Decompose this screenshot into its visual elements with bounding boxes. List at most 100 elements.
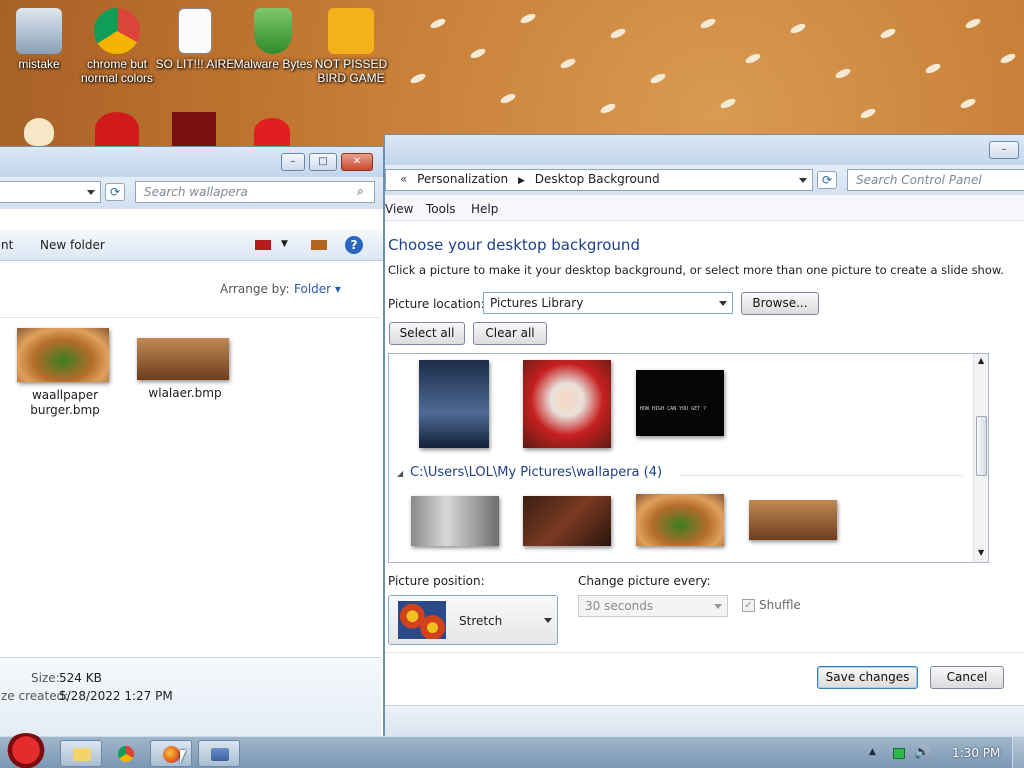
show-desktop-button[interactable] xyxy=(1012,737,1024,768)
new-folder-button[interactable]: New folder xyxy=(40,238,105,252)
close-button[interactable]: ✕ xyxy=(341,153,373,171)
file-item[interactable]: wlalaer.bmp xyxy=(137,338,233,401)
file-name: waallpaper burger.bmp xyxy=(30,388,100,417)
view-options-icon[interactable] xyxy=(255,240,271,250)
address-bar[interactable] xyxy=(0,181,101,203)
shield-icon xyxy=(254,8,292,54)
arrange-by-value: Folder xyxy=(294,282,332,296)
start-button[interactable] xyxy=(4,733,48,768)
shuffle-label: Shuffle xyxy=(759,598,801,612)
show-hidden-icons[interactable]: ▲ xyxy=(869,747,876,757)
desktop-icon-chrome[interactable]: chrome but normal colors xyxy=(76,2,158,85)
burger-thumbnail[interactable] xyxy=(636,494,724,546)
date-created-value: 5/28/2022 1:27 PM xyxy=(59,689,173,703)
minimize-button[interactable]: – xyxy=(281,153,305,171)
change-every-label: Change picture every: xyxy=(578,574,711,588)
picture-location-select[interactable]: Pictures Library xyxy=(483,292,733,314)
details-pane: Size: 524 KB ze created: 5/28/2022 1:27 … xyxy=(0,657,381,737)
toolbar-cut-item[interactable]: nt xyxy=(1,238,13,252)
change-every-select[interactable]: 30 seconds xyxy=(578,595,728,617)
flowers-preview-icon xyxy=(398,601,446,639)
breadcrumb-chevron-icon: « xyxy=(400,172,408,186)
chevron-down-icon[interactable] xyxy=(799,178,807,183)
taskbar-chrome-icon[interactable] xyxy=(118,746,134,762)
search-input[interactable]: Search wallapera xyxy=(135,181,375,203)
folder-icon xyxy=(73,748,91,761)
arrange-by-dropdown[interactable]: Folder ▾ xyxy=(294,282,341,296)
explorer-toolbar: nt New folder ▼ ? xyxy=(0,229,383,261)
file-item[interactable]: waallpaper burger.bmp xyxy=(17,328,113,418)
maximize-button[interactable]: □ xyxy=(309,153,337,171)
preview-pane-icon[interactable] xyxy=(311,240,327,250)
explorer-titlebar: – □ ✕ xyxy=(0,147,383,177)
browse-button[interactable]: Browse... xyxy=(741,292,819,315)
desktop-icon-malwarebytes[interactable]: Malware Bytes xyxy=(232,2,314,71)
search-icon: ⌕ xyxy=(357,184,364,198)
help-icon[interactable]: ? xyxy=(345,236,363,254)
desktop-icon-bird-game[interactable]: NOT PISSED BIRD GAME xyxy=(310,2,392,85)
cancel-button[interactable]: Cancel xyxy=(930,666,1004,689)
egg-icon[interactable] xyxy=(24,118,54,146)
picture-location-value: Pictures Library xyxy=(490,296,584,310)
lights-thumbnail[interactable] xyxy=(749,500,837,540)
instruction-text: Click a picture to make it your desktop … xyxy=(388,263,1004,277)
select-all-button[interactable]: Select all xyxy=(389,322,465,345)
desktop-icon-mistake[interactable]: mistake xyxy=(0,2,80,71)
search-input[interactable]: Search Control Panel xyxy=(847,169,1024,191)
hand-thumbnail[interactable] xyxy=(411,496,499,546)
angry-bird-icon[interactable] xyxy=(254,118,290,146)
scrollbar-thumb[interactable] xyxy=(976,416,987,476)
morbius-thumbnail[interactable] xyxy=(419,360,489,448)
save-changes-button[interactable]: Save changes xyxy=(817,666,918,689)
flash-icon[interactable] xyxy=(172,112,216,146)
arrange-by-label: Arrange by: xyxy=(220,282,290,296)
control-panel-titlebar: – xyxy=(385,135,1024,165)
breadcrumb-desktop-background[interactable]: Desktop Background xyxy=(535,172,660,186)
collapse-group-icon[interactable]: ◢ xyxy=(397,469,403,478)
chevron-down-icon xyxy=(544,618,552,623)
opera-icon[interactable] xyxy=(95,112,139,146)
scroll-down-icon[interactable]: ▼ xyxy=(978,548,984,557)
desktop-icon-label: NOT PISSED BIRD GAME xyxy=(314,57,388,85)
desktop-icon-label: chrome but normal colors xyxy=(80,57,154,85)
refresh-icon[interactable]: ⟳ xyxy=(105,183,125,201)
shuffle-checkbox[interactable]: ✓ xyxy=(742,599,755,612)
chevron-down-icon[interactable]: ▼ xyxy=(281,239,288,249)
clock[interactable]: 1:30 PM xyxy=(952,746,1000,760)
santa-thumbnail[interactable] xyxy=(523,360,611,448)
minimize-button[interactable]: – xyxy=(989,141,1019,159)
group-divider xyxy=(679,475,963,476)
control-panel-window: – « Personalization ▶ Desktop Background… xyxy=(384,134,1024,738)
change-every-value: 30 seconds xyxy=(585,599,654,613)
desktop-icon-solitaire[interactable]: SO LIT!!! AIRE xyxy=(154,2,236,71)
game-thumbnail[interactable]: HOW HIGH CAN YOU GET ? xyxy=(636,370,724,436)
volume-icon[interactable]: 🔊 xyxy=(914,745,930,760)
picture-position-select[interactable]: Stretch xyxy=(388,595,558,645)
meat-thumbnail[interactable] xyxy=(523,496,611,546)
refresh-icon[interactable]: ⟳ xyxy=(817,171,837,189)
taskbar: ▲ 🔊 1:30 PM xyxy=(0,733,1024,768)
status-strip xyxy=(385,705,1024,737)
size-label: Size: xyxy=(31,671,60,685)
game-text: HOW HIGH CAN YOU GET ? xyxy=(640,406,707,412)
explorer-window: – □ ✕ ⟳ Search wallapera ⌕ nt New folder… xyxy=(0,146,384,738)
burger-thumbnail xyxy=(17,328,109,382)
breadcrumb-personalization[interactable]: Personalization xyxy=(417,172,508,186)
breadcrumb[interactable]: « Personalization ▶ Desktop Background xyxy=(385,169,813,191)
menu-help[interactable]: Help xyxy=(471,202,498,216)
footer-divider xyxy=(385,652,1024,653)
network-icon[interactable] xyxy=(893,748,905,759)
desktop-icon-label: Malware Bytes xyxy=(233,57,313,71)
group-header[interactable]: C:\Users\LOL\My Pictures\wallapera (4) xyxy=(410,465,662,480)
menu-view[interactable]: View xyxy=(385,202,413,216)
taskbar-control-panel[interactable] xyxy=(198,740,240,767)
picture-position-value: Stretch xyxy=(459,614,503,628)
menu-tools[interactable]: Tools xyxy=(426,202,456,216)
cursor-icon xyxy=(180,750,186,764)
taskbar-explorer[interactable] xyxy=(60,740,102,767)
file-name: wlalaer.bmp xyxy=(148,386,222,400)
computer-icon xyxy=(16,8,62,54)
scroll-up-icon[interactable]: ▲ xyxy=(978,356,984,365)
gallery-scrollbar[interactable]: ▲ ▼ xyxy=(973,354,988,562)
clear-all-button[interactable]: Clear all xyxy=(473,322,547,345)
